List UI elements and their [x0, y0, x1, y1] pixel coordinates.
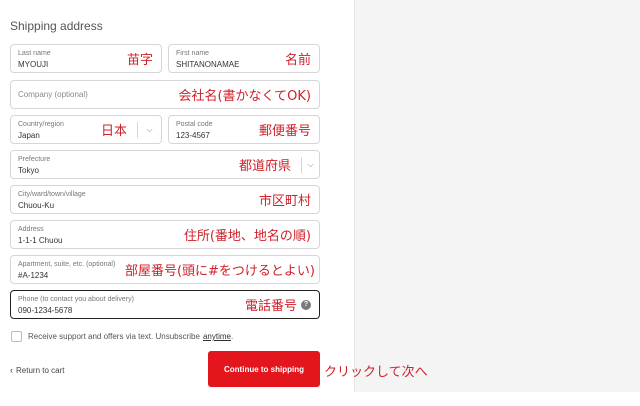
- phone-field[interactable]: Phone (to contact you about delivery) 09…: [10, 290, 320, 319]
- prefecture-select[interactable]: Prefecture Tokyo 都道府県 ⌵: [10, 150, 320, 179]
- prefecture-value: Tokyo: [18, 166, 39, 175]
- city-annotation: 市区町村: [258, 194, 311, 209]
- country-value: Japan: [18, 131, 40, 140]
- postal-code-field[interactable]: Postal code 123-4567 郵便番号: [168, 115, 320, 144]
- apartment-field[interactable]: Apartment, suite, etc. (optional) #A-123…: [10, 255, 320, 284]
- first-name-value: SHITANONAMAE: [176, 60, 240, 69]
- last-name-value: MYOUJI: [18, 60, 49, 69]
- last-name-label: Last name: [18, 50, 51, 57]
- apartment-annotation: 部屋番号(頭に#をつけるとよい): [124, 264, 315, 279]
- postal-code-annotation: 郵便番号: [258, 124, 311, 139]
- city-label: City/ward/town/village: [18, 191, 86, 198]
- apartment-value: #A-1234: [18, 271, 49, 280]
- return-to-cart-link[interactable]: ‹ Return to cart: [10, 365, 64, 375]
- postal-code-value: 123-4567: [176, 131, 210, 140]
- section-title: Shipping address: [10, 19, 103, 33]
- phone-annotation: 電話番号: [244, 299, 297, 314]
- country-select[interactable]: Country/region Japan 日本 ⌵: [10, 115, 162, 144]
- phone-annotation-wrap: 電話番号 ?: [245, 291, 311, 318]
- city-value: Chuou-Ku: [18, 201, 55, 210]
- address-label: Address: [18, 226, 44, 233]
- sms-consent-checkbox[interactable]: [11, 331, 22, 342]
- sms-consent-suffix: .: [230, 332, 234, 341]
- address-value: 1-1-1 Chuou: [18, 236, 63, 245]
- first-name-annotation: 名前: [284, 53, 311, 68]
- city-field[interactable]: City/ward/town/village Chuou-Ku 市区町村: [10, 185, 320, 214]
- country-label: Country/region: [18, 121, 64, 128]
- last-name-field[interactable]: Last name MYOUJI 苗字: [10, 44, 162, 73]
- phone-value: 090-1234-5678: [18, 306, 73, 315]
- address-field[interactable]: Address 1-1-1 Chuou 住所(番地、地名の順): [10, 220, 320, 249]
- order-summary-panel: [354, 0, 640, 392]
- chevron-left-icon: ‹: [10, 365, 13, 375]
- apartment-label: Apartment, suite, etc. (optional): [18, 261, 116, 268]
- company-placeholder: Company (optional): [18, 90, 88, 99]
- chevron-down-icon[interactable]: ⌵: [137, 122, 161, 138]
- prefecture-annotation: 都道府県: [238, 159, 291, 174]
- continue-to-shipping-button[interactable]: Continue to shipping: [208, 351, 320, 387]
- sms-consent-text: Receive support and offers via text. Uns…: [28, 332, 200, 341]
- first-name-label: First name: [176, 50, 210, 57]
- last-name-annotation: 苗字: [126, 53, 153, 68]
- company-field[interactable]: Company (optional) 会社名(書かなくてOK): [10, 80, 320, 109]
- country-annotation: 日本: [100, 124, 127, 139]
- help-icon[interactable]: ?: [301, 299, 311, 310]
- postal-code-label: Postal code: [176, 121, 213, 128]
- sms-consent-row: Receive support and offers via text. Uns…: [11, 331, 233, 342]
- click-annotation: クリックして次へ: [324, 365, 428, 380]
- address-annotation: 住所(番地、地名の順): [183, 229, 311, 244]
- phone-label: Phone (to contact you about delivery): [18, 296, 134, 303]
- return-to-cart-label: Return to cart: [16, 365, 65, 375]
- first-name-field[interactable]: First name SHITANONAMAE 名前: [168, 44, 320, 73]
- company-annotation: 会社名(書かなくてOK): [178, 89, 311, 104]
- unsubscribe-link[interactable]: anytime: [203, 332, 231, 341]
- chevron-down-icon[interactable]: ⌵: [301, 157, 319, 173]
- prefecture-label: Prefecture: [18, 156, 51, 163]
